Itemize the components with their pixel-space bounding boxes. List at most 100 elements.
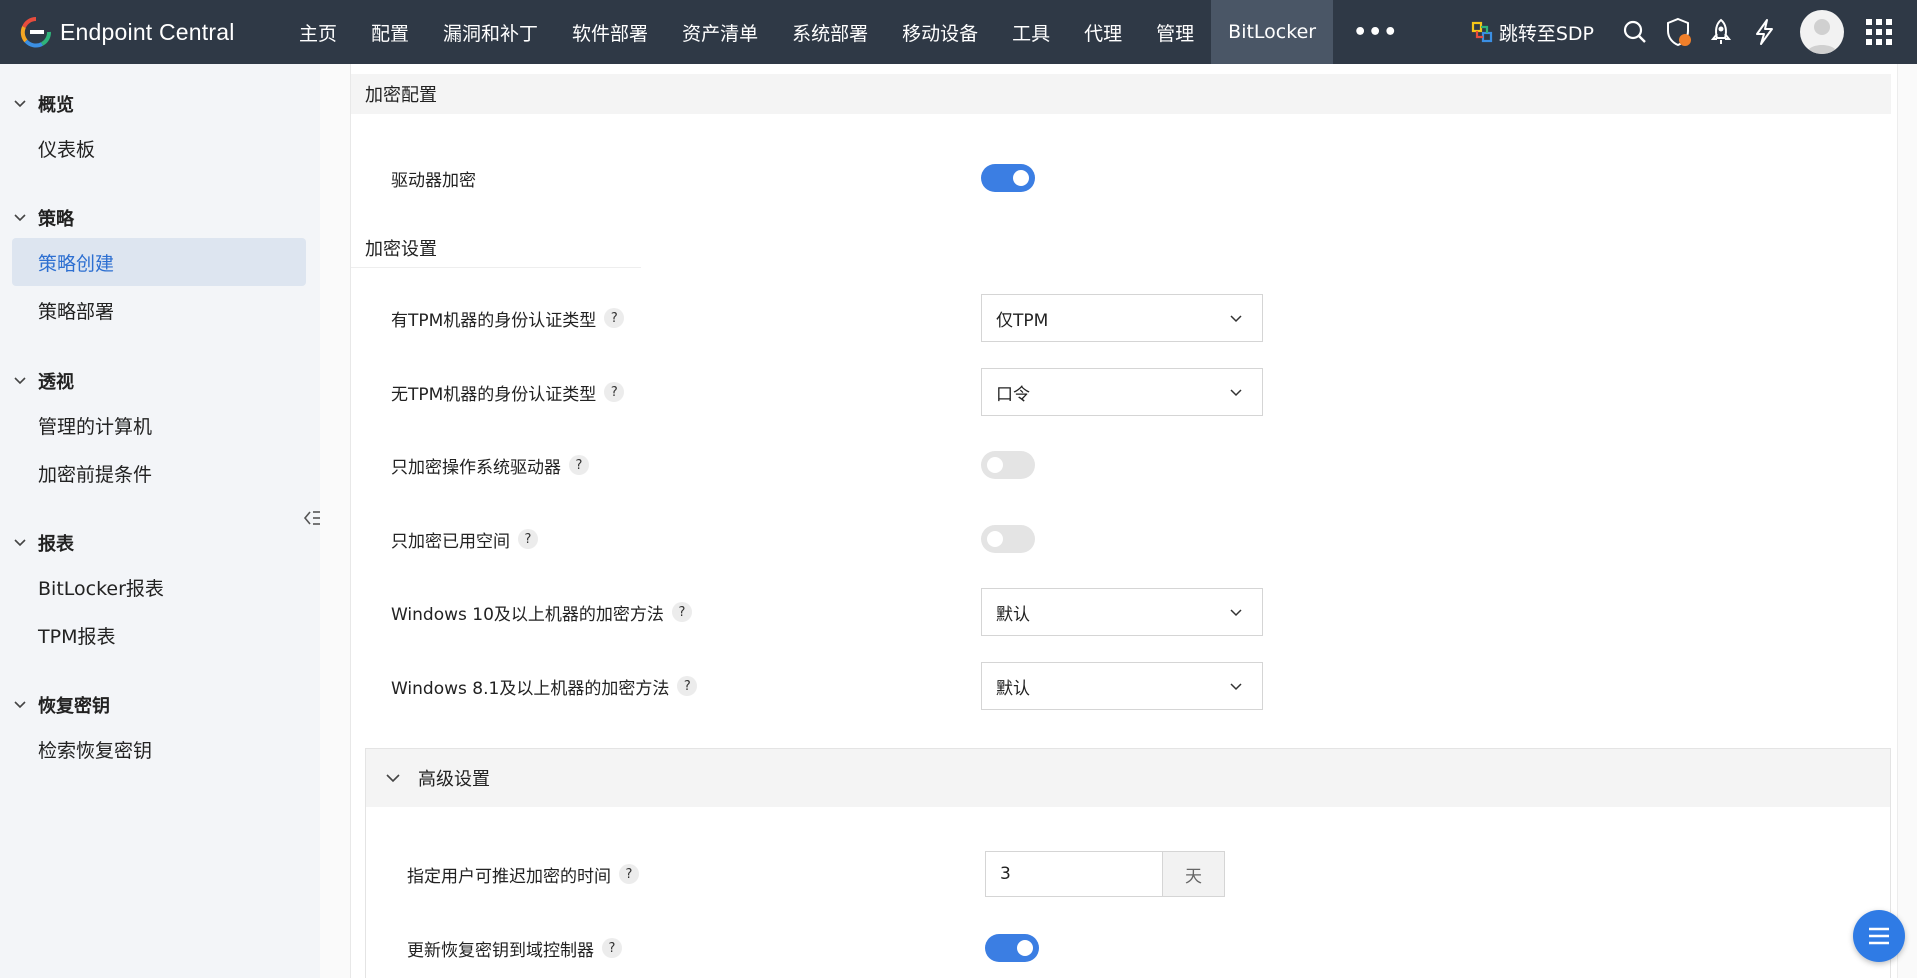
sidebar-item-bitlocker-reports[interactable]: BitLocker报表 — [12, 563, 306, 611]
nav-admin[interactable]: 管理 — [1139, 0, 1211, 64]
sidebar-item-policy-deployment[interactable]: 策略部署 — [12, 286, 306, 334]
win81-method-text: Windows 8.1及以上机器的加密方法 — [391, 678, 670, 699]
sidebar-group-title: 透视 — [38, 372, 74, 393]
nav-configuration[interactable]: 配置 — [354, 0, 426, 64]
jump-to-sdp-label: 跳转至SDP — [1498, 22, 1594, 45]
toggle-knob — [1017, 940, 1033, 956]
search-icon[interactable] — [1620, 17, 1650, 47]
sidebar-group-title: 策略 — [38, 209, 74, 230]
shield-alert-icon[interactable] — [1663, 17, 1693, 47]
help-icon[interactable]: ? — [619, 864, 639, 884]
top-right-tools: 跳转至SDP — [1471, 0, 1917, 64]
sidebar-group-recovery-key: 恢复密钥 — [0, 685, 320, 725]
policy-form: 加密配置 驱动器加密 加密设置 有TPM机器的身份认证类型 ? 仅TPM 无TP… — [350, 64, 1917, 978]
sidebar-group-header[interactable]: 报表 — [0, 523, 320, 563]
nav-home[interactable]: 主页 — [282, 0, 354, 64]
brand-name: Endpoint Central — [60, 18, 235, 45]
tpm-auth-select[interactable]: 仅TPM — [981, 294, 1263, 342]
sidebar-item-encryption-prerequisites[interactable]: 加密前提条件 — [12, 449, 306, 497]
used-space-only-text: 只加密已用空间 — [391, 531, 510, 552]
floating-menu-button[interactable] — [1853, 910, 1905, 962]
help-icon[interactable]: ? — [604, 308, 625, 328]
update-recovery-key-label: 更新恢复密钥到域控制器 ? — [407, 928, 622, 968]
nav-threats-patches[interactable]: 漏洞和补丁 — [426, 0, 555, 64]
jump-to-sdp-link[interactable]: 跳转至SDP — [1471, 19, 1594, 46]
nav-software-deployment[interactable]: 软件部署 — [555, 0, 665, 64]
help-icon[interactable]: ? — [604, 382, 625, 402]
defer-time-label: 指定用户可推迟加密的时间 ? — [407, 854, 639, 894]
sidebar-item-dashboard[interactable]: 仪表板 — [12, 124, 306, 172]
help-icon[interactable]: ? — [518, 529, 538, 549]
sidebar-group-header[interactable]: 策略 — [0, 198, 320, 238]
advanced-settings-header[interactable]: 高级设置 — [366, 749, 1890, 807]
help-icon[interactable]: ? — [569, 455, 589, 475]
os-drive-only-label: 只加密操作系统驱动器 ? — [391, 445, 589, 485]
chevron-down-icon — [14, 377, 26, 385]
sidebar-group-header[interactable]: 恢复密钥 — [0, 685, 320, 725]
vertical-scrollbar[interactable] — [1897, 64, 1917, 978]
user-avatar-icon — [1806, 19, 1838, 54]
nav-bitlocker[interactable]: BitLocker — [1211, 0, 1334, 64]
no-tpm-auth-select[interactable]: 口令 — [981, 368, 1263, 416]
win10-method-select[interactable]: 默认 — [981, 588, 1263, 636]
sidebar-item-tpm-reports[interactable]: TPM报表 — [12, 611, 306, 659]
no-tpm-auth-text: 无TPM机器的身份认证类型 — [391, 384, 597, 405]
os-drive-only-toggle[interactable] — [981, 451, 1035, 479]
chevron-down-icon — [386, 774, 400, 783]
sidebar-group-insights: 透视 — [0, 361, 320, 401]
update-recovery-key-toggle[interactable] — [985, 934, 1039, 962]
user-avatar[interactable] — [1800, 10, 1844, 54]
win10-method-value: 默认 — [996, 604, 1030, 625]
win10-method-label: Windows 10及以上机器的加密方法 ? — [391, 592, 692, 632]
nav-agent[interactable]: 代理 — [1067, 0, 1139, 64]
lightning-icon[interactable] — [1749, 17, 1779, 47]
help-icon[interactable]: ? — [671, 602, 692, 622]
menu-icon — [1869, 927, 1889, 945]
sidebar-item-policy-creation[interactable]: 策略创建 — [12, 238, 306, 286]
toggle-knob — [987, 457, 1003, 473]
chevron-down-icon — [1230, 389, 1242, 397]
no-tpm-auth-value: 口令 — [996, 384, 1030, 405]
win81-method-value: 默认 — [996, 678, 1030, 699]
nav-tools[interactable]: 工具 — [995, 0, 1067, 64]
sdp-icon — [1471, 21, 1492, 43]
os-drive-only-text: 只加密操作系统驱动器 — [391, 457, 561, 478]
sidebar-group-overview: 概览 — [0, 84, 320, 124]
endpoint-central-logo-icon — [20, 17, 51, 48]
defer-time-value[interactable]: 3 — [986, 852, 1162, 896]
used-space-only-label: 只加密已用空间 ? — [391, 519, 538, 559]
sidebar-item-managed-computers[interactable]: 管理的计算机 — [12, 401, 306, 449]
nav-mobile-devices[interactable]: 移动设备 — [885, 0, 995, 64]
defer-time-input[interactable]: 3 天 — [985, 851, 1225, 897]
chevron-down-icon — [14, 539, 26, 547]
brand[interactable]: Endpoint Central — [0, 0, 282, 64]
drive-encryption-label: 驱动器加密 — [391, 158, 476, 198]
section-encryption-settings-title: 加密设置 — [351, 228, 641, 268]
sidebar-item-retrieve-recovery-key[interactable]: 检索恢复密钥 — [12, 725, 306, 773]
chevron-down-icon — [1230, 683, 1242, 691]
drive-encryption-toggle[interactable] — [981, 164, 1035, 192]
nav-os-deployment[interactable]: 系统部署 — [775, 0, 885, 64]
sidebar-group-header[interactable]: 概览 — [0, 84, 320, 124]
no-tpm-auth-label: 无TPM机器的身份认证类型 ? — [391, 372, 625, 412]
sidebar-group-title: 恢复密钥 — [38, 696, 110, 717]
chevron-down-icon — [14, 214, 26, 222]
defer-time-text: 指定用户可推迟加密的时间 — [407, 866, 611, 887]
app-grid-icon[interactable] — [1864, 17, 1894, 47]
used-space-only-toggle[interactable] — [981, 525, 1035, 553]
sidebar-group-header[interactable]: 透视 — [0, 361, 320, 401]
help-icon[interactable]: ? — [602, 938, 622, 958]
win10-method-text: Windows 10及以上机器的加密方法 — [391, 604, 664, 625]
chevron-down-icon — [1230, 609, 1242, 617]
help-icon[interactable]: ? — [677, 676, 698, 696]
sidebar: 概览 仪表板 策略 策略创建 策略部署 透视 管理的计算机 加密前提条件 报表 … — [0, 64, 320, 978]
sidebar-group-title: 概览 — [38, 95, 74, 116]
drive-encryption-text: 驱动器加密 — [391, 170, 476, 191]
tpm-auth-text: 有TPM机器的身份认证类型 — [391, 310, 597, 331]
nav-inventory[interactable]: 资产清单 — [665, 0, 775, 64]
win81-method-select[interactable]: 默认 — [981, 662, 1263, 710]
rocket-icon[interactable] — [1706, 17, 1736, 47]
update-recovery-key-text: 更新恢复密钥到域控制器 — [407, 940, 594, 961]
top-navigation-bar: Endpoint Central 主页 配置 漏洞和补丁 软件部署 资产清单 系… — [0, 0, 1917, 64]
nav-more-button[interactable]: ••• — [1333, 0, 1418, 64]
